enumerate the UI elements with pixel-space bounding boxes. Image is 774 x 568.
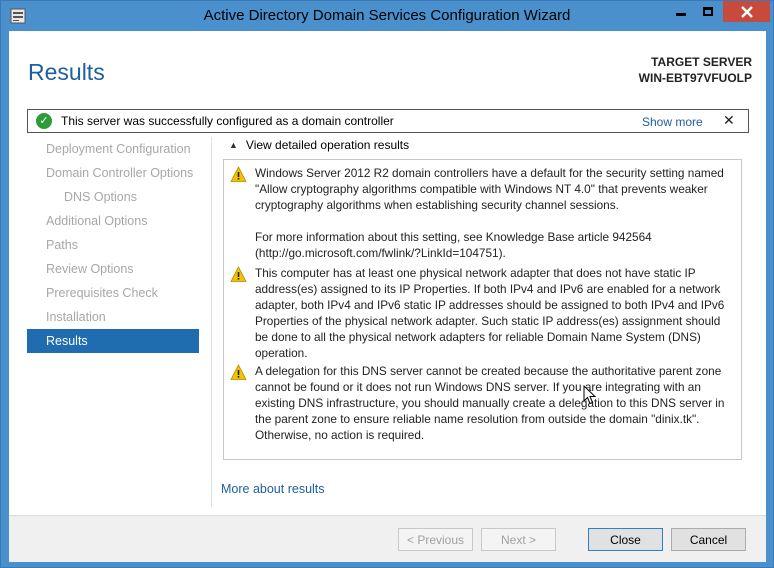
result-message-text: Windows Server 2012 R2 domain controller… [255, 165, 733, 261]
window-title: Active Directory Domain Services Configu… [203, 7, 571, 24]
nav-item-review-options: Review Options [46, 262, 134, 276]
warning-icon [230, 166, 247, 182]
view-details-label: View detailed operation results [245, 138, 410, 152]
show-more-link[interactable]: Show more [642, 115, 703, 129]
status-banner: ✓ This server was successfully configure… [27, 109, 749, 133]
close-icon [740, 5, 753, 18]
close-window-button[interactable] [723, 1, 770, 22]
result-message-text: This computer has at least one physical … [255, 265, 733, 361]
result-message-paragraph: For more information about this setting,… [255, 230, 652, 260]
page-title: Results [28, 59, 105, 85]
target-server-name: WIN-EBT97VFUOLP [638, 71, 752, 85]
mouse-cursor-icon [583, 385, 597, 405]
warning-icon [230, 266, 247, 282]
cancel-button[interactable]: Cancel [671, 528, 746, 551]
result-message-text: A delegation for this DNS server cannot … [255, 363, 733, 443]
nav-item-installation: Installation [46, 310, 106, 324]
banner-close-icon[interactable]: ✕ [723, 112, 735, 129]
maximize-button[interactable] [695, 1, 721, 22]
next-button[interactable]: Next > [481, 528, 556, 551]
banner-message: This server was successfully configured … [61, 114, 394, 128]
operation-results-panel[interactable]: Windows Server 2012 R2 domain controller… [223, 159, 742, 460]
nav-item-additional-options: Additional Options [46, 214, 148, 228]
wizard-client-area: Results TARGET SERVER WIN-EBT97VFUOLP ✓ … [9, 31, 766, 562]
result-message-paragraph: Windows Server 2012 R2 domain controller… [255, 166, 724, 212]
view-details-toggle[interactable]: ▲ View detailed operation results [229, 138, 409, 152]
nav-item-prerequisites-check: Prerequisites Check [46, 286, 158, 300]
result-message-paragraph: This computer has at least one physical … [255, 266, 725, 360]
close-button[interactable]: Close [588, 528, 663, 551]
minimize-button[interactable] [668, 1, 694, 22]
nav-item-domain-controller-options: Domain Controller Options [46, 166, 194, 180]
wizard-navigation: Deployment Configuration Domain Controll… [27, 137, 199, 353]
target-server-label: TARGET SERVER [651, 55, 752, 69]
content-divider [211, 137, 212, 507]
title-bar[interactable]: Active Directory Domain Services Configu… [1, 1, 773, 31]
more-about-results-link[interactable]: More about results [221, 482, 325, 496]
wizard-window: Active Directory Domain Services Configu… [0, 0, 774, 568]
nav-item-deployment-configuration: Deployment Configuration [46, 142, 191, 156]
chevron-up-icon: ▲ [229, 140, 238, 150]
nav-item-paths: Paths [46, 238, 78, 252]
success-check-icon: ✓ [36, 113, 52, 129]
result-message-paragraph: A delegation for this DNS server cannot … [255, 364, 725, 442]
minimize-icon [676, 13, 686, 16]
maximize-icon [703, 7, 713, 16]
wizard-footer: < Previous Next > Close Cancel [9, 515, 766, 562]
previous-button[interactable]: < Previous [398, 528, 473, 551]
warning-icon [230, 364, 247, 380]
nav-item-results[interactable]: Results [27, 329, 199, 353]
nav-item-dns-options: DNS Options [64, 190, 137, 204]
